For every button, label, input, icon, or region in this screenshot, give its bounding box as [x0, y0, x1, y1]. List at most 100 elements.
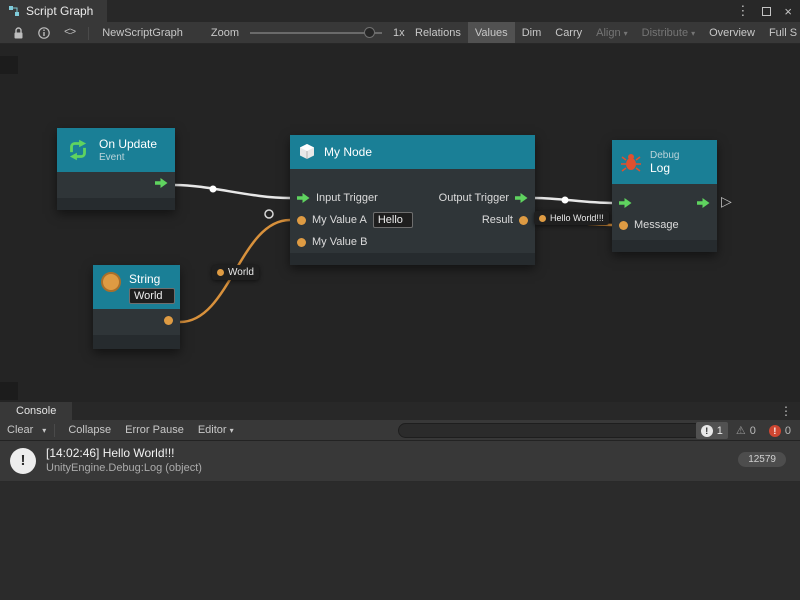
wire-value-bubble: Hello World!!!: [534, 211, 609, 225]
console-count-toggles: ! 1 ⚠ 0 ! 0: [696, 422, 796, 439]
port-label-message: Message: [634, 219, 679, 231]
zoom-slider-knob[interactable]: [364, 27, 375, 38]
console-panel: Console ⋮ Clear ▾ Collapse Error Pause E…: [0, 402, 800, 600]
toolbar-separator: [88, 27, 89, 40]
window-maximize-icon[interactable]: [762, 7, 771, 16]
wire-flow-dot: [562, 197, 569, 204]
info-toggle[interactable]: ! 1: [696, 422, 728, 439]
port-label-output-trigger: Output Trigger: [439, 192, 509, 204]
flow-input-port-icon[interactable]: [297, 193, 310, 203]
info-count: 1: [717, 425, 723, 437]
wire-value-bubble: World: [212, 265, 259, 280]
chevron-down-icon: ▾: [624, 29, 628, 38]
error-count: 0: [785, 425, 791, 437]
editor-dropdown[interactable]: Editor▾: [191, 420, 241, 441]
align-label: Align: [596, 27, 620, 39]
clear-label: Clear: [7, 424, 33, 436]
warning-icon: ⚠: [736, 424, 746, 437]
my-node-icon: [298, 143, 316, 161]
node-footer: [93, 335, 180, 349]
string-value-input[interactable]: [129, 288, 175, 304]
error-toggle[interactable]: ! 0: [764, 422, 796, 439]
node-footer: [612, 240, 717, 252]
bug-icon: [620, 151, 642, 173]
value-port-icon[interactable]: [619, 221, 628, 230]
collapse-button[interactable]: Collapse: [61, 420, 118, 440]
node-string[interactable]: String: [93, 265, 180, 349]
console-menu-icon[interactable]: ⋮: [780, 404, 792, 418]
node-title: My Node: [324, 145, 372, 159]
graph-canvas[interactable]: On Update Event My Node: [0, 44, 800, 402]
graph-toolbar-right: Relations Values Dim Carry Align ▾ Distri…: [408, 22, 800, 44]
on-update-loop-icon: [65, 137, 91, 163]
error-icon: !: [769, 425, 781, 437]
console-search-input[interactable]: [398, 423, 702, 438]
string-icon: [101, 272, 121, 292]
toolbar-separator: [54, 424, 55, 437]
node-header[interactable]: Debug Log: [612, 140, 717, 184]
align-button[interactable]: Align ▾: [589, 22, 634, 44]
value-dot-icon: [217, 269, 224, 276]
node-title: On Update: [99, 137, 157, 151]
wire-value-text: Hello World!!!: [550, 213, 604, 223]
node-header[interactable]: My Node: [290, 135, 535, 169]
info-log-icon: !: [701, 425, 713, 437]
node-subtitle: Event: [99, 152, 157, 163]
continue-play-icon: ▷: [721, 193, 732, 210]
my-value-a-input[interactable]: [373, 212, 413, 228]
log-stacktrace: UnityEngine.Debug:Log (object): [46, 462, 202, 474]
value-port-icon[interactable]: [297, 216, 306, 225]
overview-button[interactable]: Overview: [702, 22, 762, 44]
zoom-slider-track[interactable]: [250, 32, 382, 34]
distribute-button[interactable]: Distribute▾: [635, 22, 702, 44]
graph-toolbar: <> NewScriptGraph Zoom 1x Relations Valu…: [0, 22, 800, 44]
chevron-down-icon: ▾: [691, 29, 695, 38]
relations-button[interactable]: Relations: [408, 22, 468, 44]
node-title: Log: [650, 161, 679, 175]
value-port-icon[interactable]: [519, 216, 528, 225]
flow-output-port-icon[interactable]: [697, 198, 710, 208]
node-footer: [57, 198, 175, 210]
edit-code-icon[interactable]: <>: [64, 27, 75, 39]
script-graph-icon: [8, 5, 20, 17]
tab-script-graph[interactable]: Script Graph: [0, 0, 107, 22]
zoom-label: Zoom: [204, 22, 246, 44]
value-dot-icon: [539, 215, 546, 222]
log-info-icon: !: [10, 448, 36, 474]
flow-output-port-icon[interactable]: [155, 178, 168, 188]
node-category: Debug: [650, 150, 679, 161]
clear-button[interactable]: Clear: [0, 420, 40, 440]
value-port-icon[interactable]: [164, 316, 173, 325]
flow-output-port-icon[interactable]: [515, 193, 528, 203]
wire-flow-onupdate-to-mynode[interactable]: [175, 185, 290, 198]
warning-toggle[interactable]: ⚠ 0: [731, 422, 761, 439]
window-close-icon[interactable]: ×: [784, 4, 792, 19]
chevron-down-icon: ▾: [230, 426, 234, 435]
node-on-update[interactable]: On Update Event: [57, 128, 175, 210]
dim-button[interactable]: Dim: [515, 22, 549, 44]
tab-console[interactable]: Console: [0, 402, 72, 420]
port-label-result: Result: [482, 214, 513, 226]
wire-flow-mynode-to-debuglog[interactable]: [535, 198, 612, 203]
chevron-down-icon[interactable]: ▾: [42, 426, 46, 435]
info-icon[interactable]: [38, 27, 50, 39]
node-my-node[interactable]: My Node Input Trigger Output Trigger My …: [290, 135, 535, 265]
wire-endpoint-ring: [265, 210, 273, 218]
node-header[interactable]: On Update Event: [57, 128, 175, 172]
tab-title: Script Graph: [26, 4, 93, 18]
full-screen-button[interactable]: Full S: [762, 22, 800, 44]
lock-icon[interactable]: [13, 27, 24, 39]
zoom-slider[interactable]: [250, 22, 382, 44]
values-button[interactable]: Values: [468, 22, 515, 44]
window-menu-icon[interactable]: ⋮: [736, 3, 749, 19]
carry-button[interactable]: Carry: [548, 22, 589, 44]
editor-label: Editor: [198, 424, 227, 436]
error-pause-button[interactable]: Error Pause: [118, 420, 191, 440]
flow-input-port-icon[interactable]: [619, 198, 632, 208]
value-port-icon[interactable]: [297, 238, 306, 247]
node-debug-log[interactable]: Debug Log Message: [612, 140, 717, 252]
console-tab-bar: Console ⋮: [0, 402, 800, 420]
graph-toolbar-left: <> NewScriptGraph Zoom 1x: [6, 22, 412, 44]
console-log-entry[interactable]: ! [14:02:46] Hello World!!! UnityEngine.…: [0, 441, 800, 482]
node-header[interactable]: String: [93, 265, 180, 309]
